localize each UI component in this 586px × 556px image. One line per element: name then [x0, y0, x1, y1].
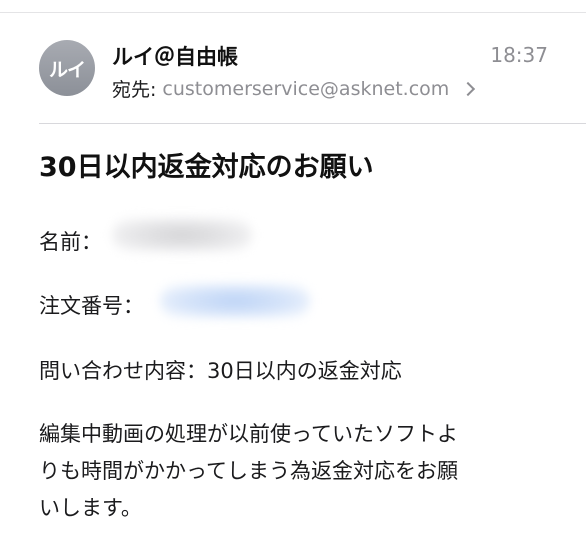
order-number-label: 注文番号：: [39, 294, 144, 318]
body-paragraph: 編集中動画の処理が以前使っていたソフトよ りも時間がかかってしまう為返金対応をお…: [39, 416, 559, 527]
recipient-row[interactable]: 宛先: customerservice@asknet.com: [112, 75, 476, 102]
email-subject: 30日以内返金対応のお願い: [39, 152, 374, 183]
avatar[interactable]: ルイ: [39, 40, 95, 96]
body-paragraph-line: りも時間がかかってしまう為返金対応をお願: [39, 459, 458, 483]
sender-name[interactable]: ルイ＠自由帳: [112, 41, 238, 71]
redacted-name: [112, 218, 252, 252]
chevron-right-icon[interactable]: [461, 81, 476, 97]
name-label: 名前：: [39, 230, 102, 254]
recipient-label: 宛先:: [112, 79, 157, 101]
timestamp: 18:37: [490, 43, 548, 67]
redacted-order-number: [160, 284, 310, 318]
body-paragraph-line: いします。: [39, 496, 142, 520]
inquiry-line: 問い合わせ内容：30日以内の返金対応: [39, 359, 402, 383]
recipient-address[interactable]: customerservice@asknet.com: [162, 78, 449, 100]
message-header: ルイ ルイ＠自由帳 18:37 宛先: customerservice@askn…: [0, 13, 586, 123]
body-paragraph-line: 編集中動画の処理が以前使っていたソフトよ: [39, 422, 458, 446]
header-divider: [39, 123, 586, 124]
